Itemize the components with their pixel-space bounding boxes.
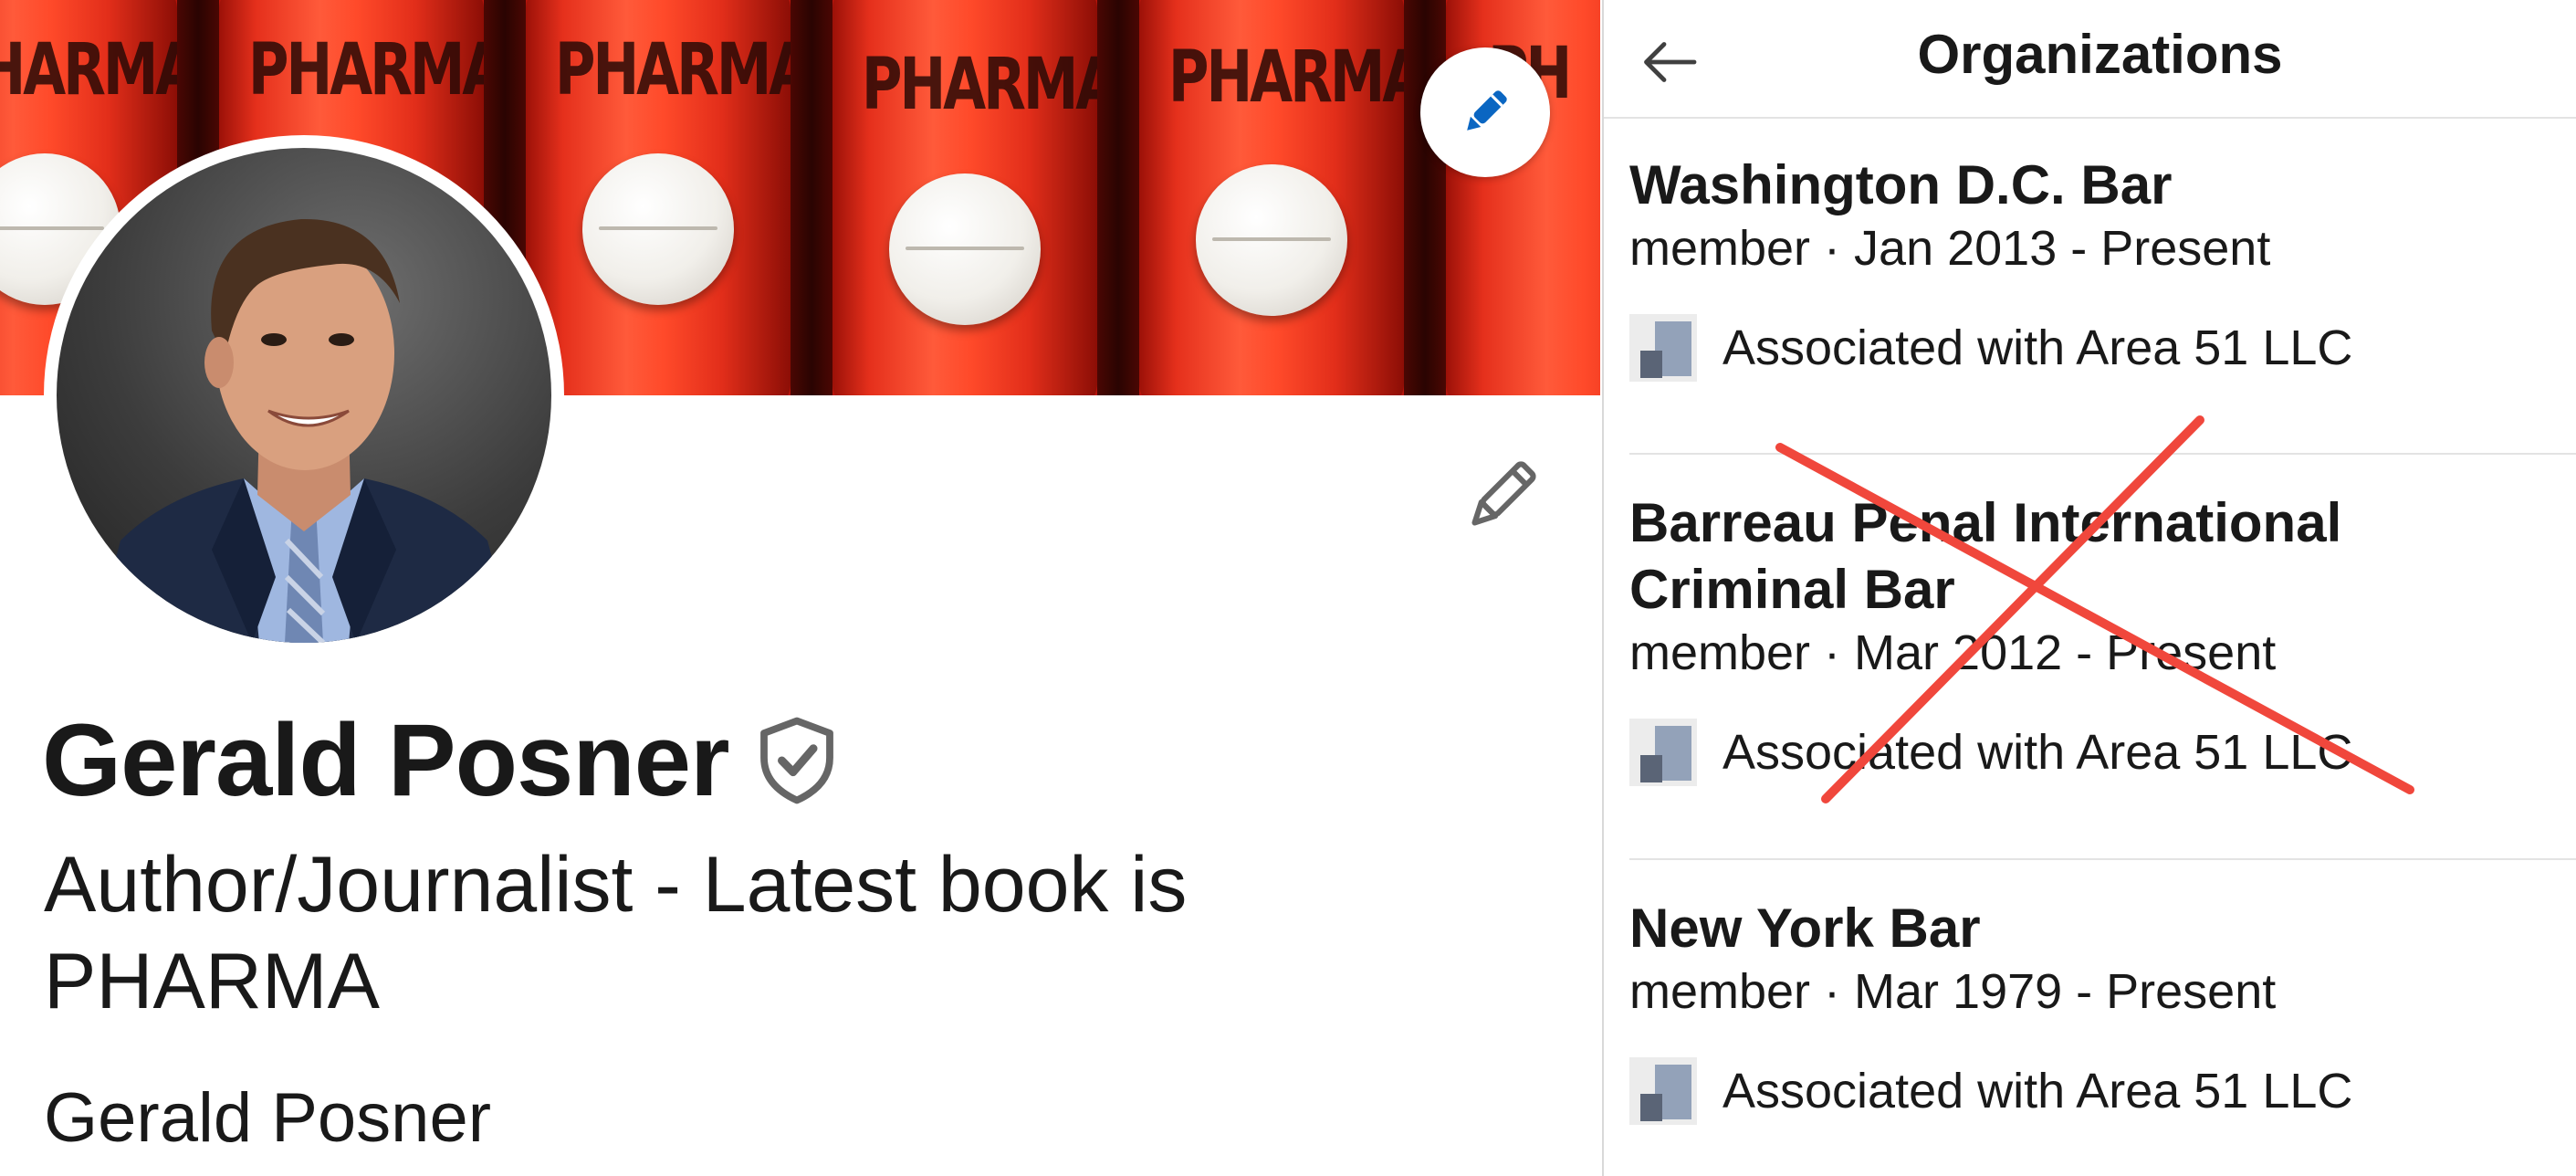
association-text: Associated with Area 51 LLC xyxy=(1723,320,2353,375)
bottle-label: PHARMA xyxy=(0,29,198,111)
edit-banner-button[interactable] xyxy=(1420,47,1550,177)
organization-role-dates: member · Mar 1979 - Present xyxy=(1629,964,2277,1019)
company-logo-icon xyxy=(1629,314,1697,382)
bottle-label: PHARMA xyxy=(554,29,812,111)
organization-role-dates: member · Mar 2012 - Present xyxy=(1629,625,2277,680)
banner-bottle: PHARMA xyxy=(832,0,1118,395)
pill-image xyxy=(582,153,734,305)
edit-profile-button[interactable] xyxy=(1457,453,1545,541)
banner-bottle: PHARMA xyxy=(1139,0,1425,395)
organization-name: New York Bar xyxy=(1629,898,1981,959)
organization-item[interactable]: Washington D.C. Bar member · Jan 2013 - … xyxy=(1629,152,2576,383)
divider xyxy=(1629,858,2576,860)
banner-shadow xyxy=(791,0,832,395)
pill-image xyxy=(889,173,1041,325)
organizations-panel: Organizations Washington D.C. Bar member… xyxy=(1602,0,2576,1176)
bottle-label: PHARMA xyxy=(247,29,505,111)
organization-association: Associated with Area 51 LLC xyxy=(1629,1056,2576,1126)
organization-association: Associated with Area 51 LLC xyxy=(1629,718,2576,787)
portrait-illustration xyxy=(93,218,515,643)
verified-shield-icon[interactable] xyxy=(759,717,835,804)
company-logo-icon xyxy=(1629,719,1697,786)
association-text: Associated with Area 51 LLC xyxy=(1723,1064,2353,1118)
organization-item[interactable]: Barreau Penal International Criminal Bar… xyxy=(1629,489,2576,787)
organization-name: Washington D.C. Bar xyxy=(1629,154,2173,215)
company-logo-icon xyxy=(1629,1057,1697,1125)
profile-card: PHARMA PHARMA PHARMA PHARMA PHARMA PH xyxy=(0,0,1600,1176)
banner-shadow xyxy=(1404,0,1446,395)
avatar xyxy=(57,148,551,643)
pencil-icon xyxy=(1467,90,1507,131)
panel-header: Organizations xyxy=(1604,0,2576,119)
association-text: Associated with Area 51 LLC xyxy=(1723,725,2353,780)
organization-role-dates: member · Jan 2013 - Present xyxy=(1629,221,2271,276)
profile-headline: Author/Journalist - Latest book is PHARM… xyxy=(44,841,1188,1025)
profile-name: Gerald Posner xyxy=(42,703,730,817)
profile-name-row: Gerald Posner xyxy=(42,701,835,820)
banner-bottle: PHARMA xyxy=(526,0,812,395)
organization-name: Barreau Penal International Criminal Bar xyxy=(1629,492,2342,620)
profile-secondary-name: Gerald Posner xyxy=(44,1079,492,1157)
organization-item[interactable]: New York Bar member · Mar 1979 - Present… xyxy=(1629,895,2576,1126)
organization-association: Associated with Area 51 LLC xyxy=(1629,313,2576,383)
bottle-label: PHARMA xyxy=(861,44,1118,126)
pill-image xyxy=(1196,164,1347,316)
profile-photo[interactable] xyxy=(44,135,564,656)
panel-title: Organizations xyxy=(1917,24,2283,85)
divider xyxy=(1629,453,2576,455)
bottle-label: PHARMA xyxy=(1168,37,1425,119)
banner-shadow xyxy=(1097,0,1139,395)
pencil-outline-icon xyxy=(1471,461,1536,526)
